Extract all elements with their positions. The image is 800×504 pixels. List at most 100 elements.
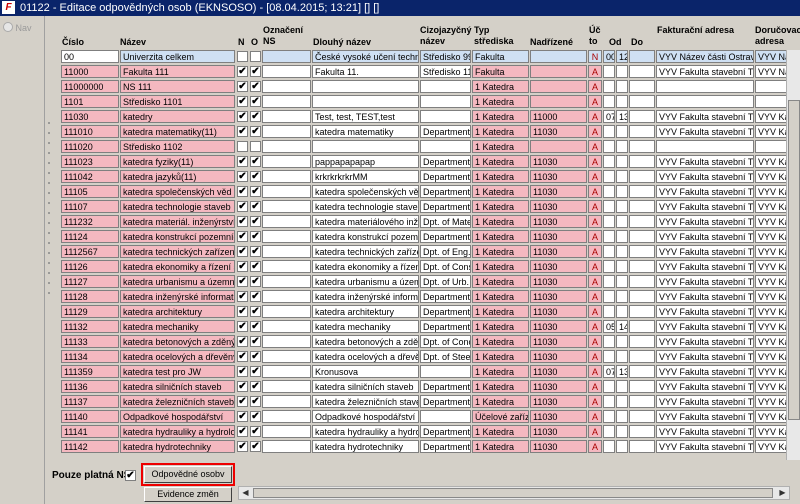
cell-ucto[interactable]: A (588, 110, 602, 123)
row-n-checkbox[interactable]: ✔ (237, 366, 248, 377)
col-header-dorucovaci[interactable]: Doručovací adresa (755, 25, 800, 47)
cell-blank[interactable] (629, 395, 655, 408)
table-row[interactable]: 111023 katedra fyziky(11) ✔ ✔ pappapapapap De… (61, 155, 800, 170)
row-n-checkbox[interactable]: ✔ (237, 261, 248, 272)
cell-od[interactable] (603, 230, 615, 243)
row-o-checkbox[interactable]: ✔ (250, 81, 261, 92)
cell-nadr[interactable]: 11030 (530, 260, 587, 273)
table-row[interactable]: 11128 katedra inženýrské informatiky ✔ ✔ kat… (61, 290, 800, 305)
cell-dlouhy[interactable]: katedra železničních stave (312, 395, 419, 408)
cell-do[interactable]: 14 (616, 320, 628, 333)
cell-nadr[interactable] (530, 140, 587, 153)
cell-nazev[interactable]: Fakulta 111 (120, 65, 235, 78)
cell-ozn[interactable] (262, 335, 311, 348)
cell-cislo[interactable]: 111042 (61, 170, 119, 183)
cell-cislo[interactable]: 111020 (61, 140, 119, 153)
change-log-button[interactable]: Evidence změn (144, 487, 232, 502)
cell-nadr[interactable]: 11030 (530, 350, 587, 363)
cell-cizi[interactable] (420, 110, 471, 123)
cell-ozn[interactable] (262, 170, 311, 183)
cell-ozn[interactable] (262, 305, 311, 318)
cell-do[interactable] (616, 200, 628, 213)
table-row[interactable]: 11140 Odpadkové hospodářství ✔ ✔ Odpadkové h… (61, 410, 800, 425)
cell-ozn[interactable] (262, 125, 311, 138)
cell-cizi[interactable] (420, 80, 471, 93)
cell-typ[interactable]: Fakulta (472, 65, 529, 78)
cell-dlouhy[interactable]: České vysoké učení techni (312, 50, 419, 63)
cell-fakt[interactable]: VYV Fakulta stavební Th (656, 425, 754, 438)
cell-ozn[interactable] (262, 245, 311, 258)
cell-ucto[interactable]: A (588, 80, 602, 93)
cell-cislo[interactable]: 1101 (61, 95, 119, 108)
cell-dlouhy[interactable] (312, 80, 419, 93)
cell-cislo[interactable]: 11000 (61, 65, 119, 78)
row-o-checkbox[interactable]: ✔ (250, 156, 261, 167)
col-header-nadrizene[interactable]: Nadřízené (530, 37, 573, 48)
row-n-checkbox[interactable]: ✔ (237, 321, 248, 332)
cell-cislo[interactable]: 11129 (61, 305, 119, 318)
col-header-cizojazycny[interactable]: Cizojazyčný název (420, 25, 472, 47)
col-header-od[interactable]: Od (609, 37, 622, 48)
cell-cislo[interactable]: 11137 (61, 395, 119, 408)
cell-nazev[interactable]: katedra technologie staveb (120, 200, 235, 213)
cell-nazev[interactable]: katedra ocelových a dřevěných (120, 350, 235, 363)
cell-cislo[interactable]: 111023 (61, 155, 119, 168)
cell-ucto[interactable]: A (588, 290, 602, 303)
cell-dlouhy[interactable]: katedra silničních staveb (312, 380, 419, 393)
cell-ucto[interactable]: A (588, 275, 602, 288)
cell-typ[interactable]: 1 Katedra (472, 155, 529, 168)
cell-typ[interactable]: 1 Katedra (472, 170, 529, 183)
cell-fakt[interactable]: VYV Fakulta stavební Th (656, 335, 754, 348)
cell-ozn[interactable] (262, 50, 311, 63)
row-o-checkbox[interactable]: ✔ (250, 171, 261, 182)
cell-do[interactable] (616, 65, 628, 78)
cell-cislo[interactable]: 11136 (61, 380, 119, 393)
cell-cizi[interactable]: Department (420, 185, 471, 198)
cell-cislo[interactable]: 11141 (61, 425, 119, 438)
cell-nazev[interactable]: katedra inženýrské informatiky (120, 290, 235, 303)
cell-ozn[interactable] (262, 275, 311, 288)
cell-do[interactable] (616, 215, 628, 228)
row-n-checkbox[interactable]: ✔ (237, 216, 248, 227)
cell-fakt[interactable]: VYV Fakulta stavební Th (656, 155, 754, 168)
cell-fakt[interactable]: VYV Fakulta stavební Th (656, 245, 754, 258)
cell-do[interactable] (616, 170, 628, 183)
table-row[interactable]: 111359 katedra test pro JW ✔ ✔ Kronusova 1 Ka… (61, 365, 800, 380)
row-o-checkbox[interactable]: ✔ (250, 381, 261, 392)
row-o-checkbox[interactable]: ✔ (250, 306, 261, 317)
cell-blank[interactable] (629, 65, 655, 78)
cell-ucto[interactable]: A (588, 425, 602, 438)
cell-nadr[interactable] (530, 65, 587, 78)
cell-nadr[interactable]: 11030 (530, 335, 587, 348)
cell-ucto[interactable]: A (588, 365, 602, 378)
cell-typ[interactable]: 1 Katedra (472, 305, 529, 318)
cell-blank[interactable] (629, 245, 655, 258)
responsible-persons-button[interactable]: Odpovědné osobv (141, 463, 235, 486)
cell-dlouhy[interactable]: katedra společenských vě (312, 185, 419, 198)
cell-nadr[interactable]: 11030 (530, 245, 587, 258)
cell-blank[interactable] (629, 440, 655, 453)
cell-cizi[interactable]: Dpt. of Stee (420, 350, 471, 363)
cell-ozn[interactable] (262, 155, 311, 168)
cell-blank[interactable] (629, 335, 655, 348)
cell-ozn[interactable] (262, 410, 311, 423)
col-header-fakturacni[interactable]: Fakturační adresa (657, 25, 747, 36)
cell-ozn[interactable] (262, 230, 311, 243)
cell-cizi[interactable]: Dpt. of Eng. (420, 245, 471, 258)
cell-nazev[interactable]: katedry (120, 110, 235, 123)
cell-nazev[interactable]: Univerzita celkem (120, 50, 235, 63)
row-o-checkbox[interactable]: ✔ (250, 396, 261, 407)
row-o-checkbox[interactable]: ✔ (250, 66, 261, 77)
cell-od[interactable] (603, 140, 615, 153)
cell-cizi[interactable]: Department (420, 230, 471, 243)
cell-nazev[interactable]: katedra architektury (120, 305, 235, 318)
table-row[interactable]: 11134 katedra ocelových a dřevěných ✔ ✔ kate… (61, 350, 800, 365)
cell-od[interactable] (603, 380, 615, 393)
cell-typ[interactable]: 1 Katedra (472, 140, 529, 153)
cell-dlouhy[interactable]: katedra ekonomiky a řízení (312, 260, 419, 273)
cell-nazev[interactable]: Středisko 1102 (120, 140, 235, 153)
cell-dlouhy[interactable]: katedra hydrauliky a hydrol (312, 425, 419, 438)
cell-od[interactable] (603, 80, 615, 93)
cell-blank[interactable] (629, 215, 655, 228)
row-n-checkbox[interactable]: ✔ (237, 396, 248, 407)
